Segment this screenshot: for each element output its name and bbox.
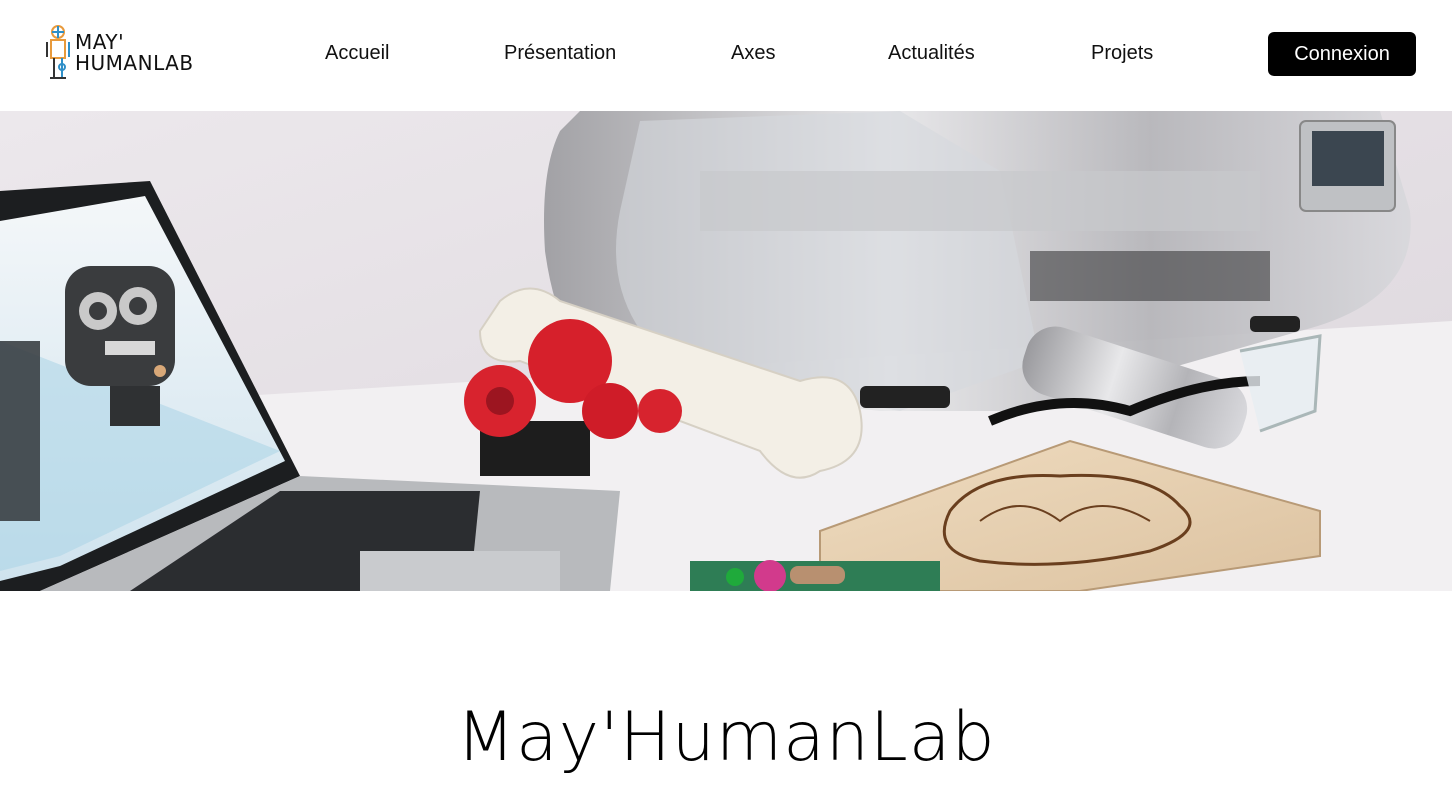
hero-image xyxy=(0,111,1452,591)
nav-item-accueil[interactable]: Accueil xyxy=(325,42,389,65)
makerlab-desk-photo xyxy=(0,111,1452,591)
nav-item-actualites[interactable]: Actualités xyxy=(888,42,975,65)
nav-item-axes[interactable]: Axes xyxy=(731,42,775,65)
tray-shape xyxy=(690,560,940,591)
site-header: MAY' HUMANLAB Accueil Présentation Axes … xyxy=(0,0,1452,111)
page-title: May'HumanLab xyxy=(456,697,996,777)
nav-item-presentation[interactable]: Présentation xyxy=(504,42,616,65)
main-nav: Accueil Présentation Axes Actualités Pro… xyxy=(0,0,1452,111)
login-button[interactable]: Connexion xyxy=(1268,32,1416,76)
nav-item-projets[interactable]: Projets xyxy=(1091,42,1153,65)
